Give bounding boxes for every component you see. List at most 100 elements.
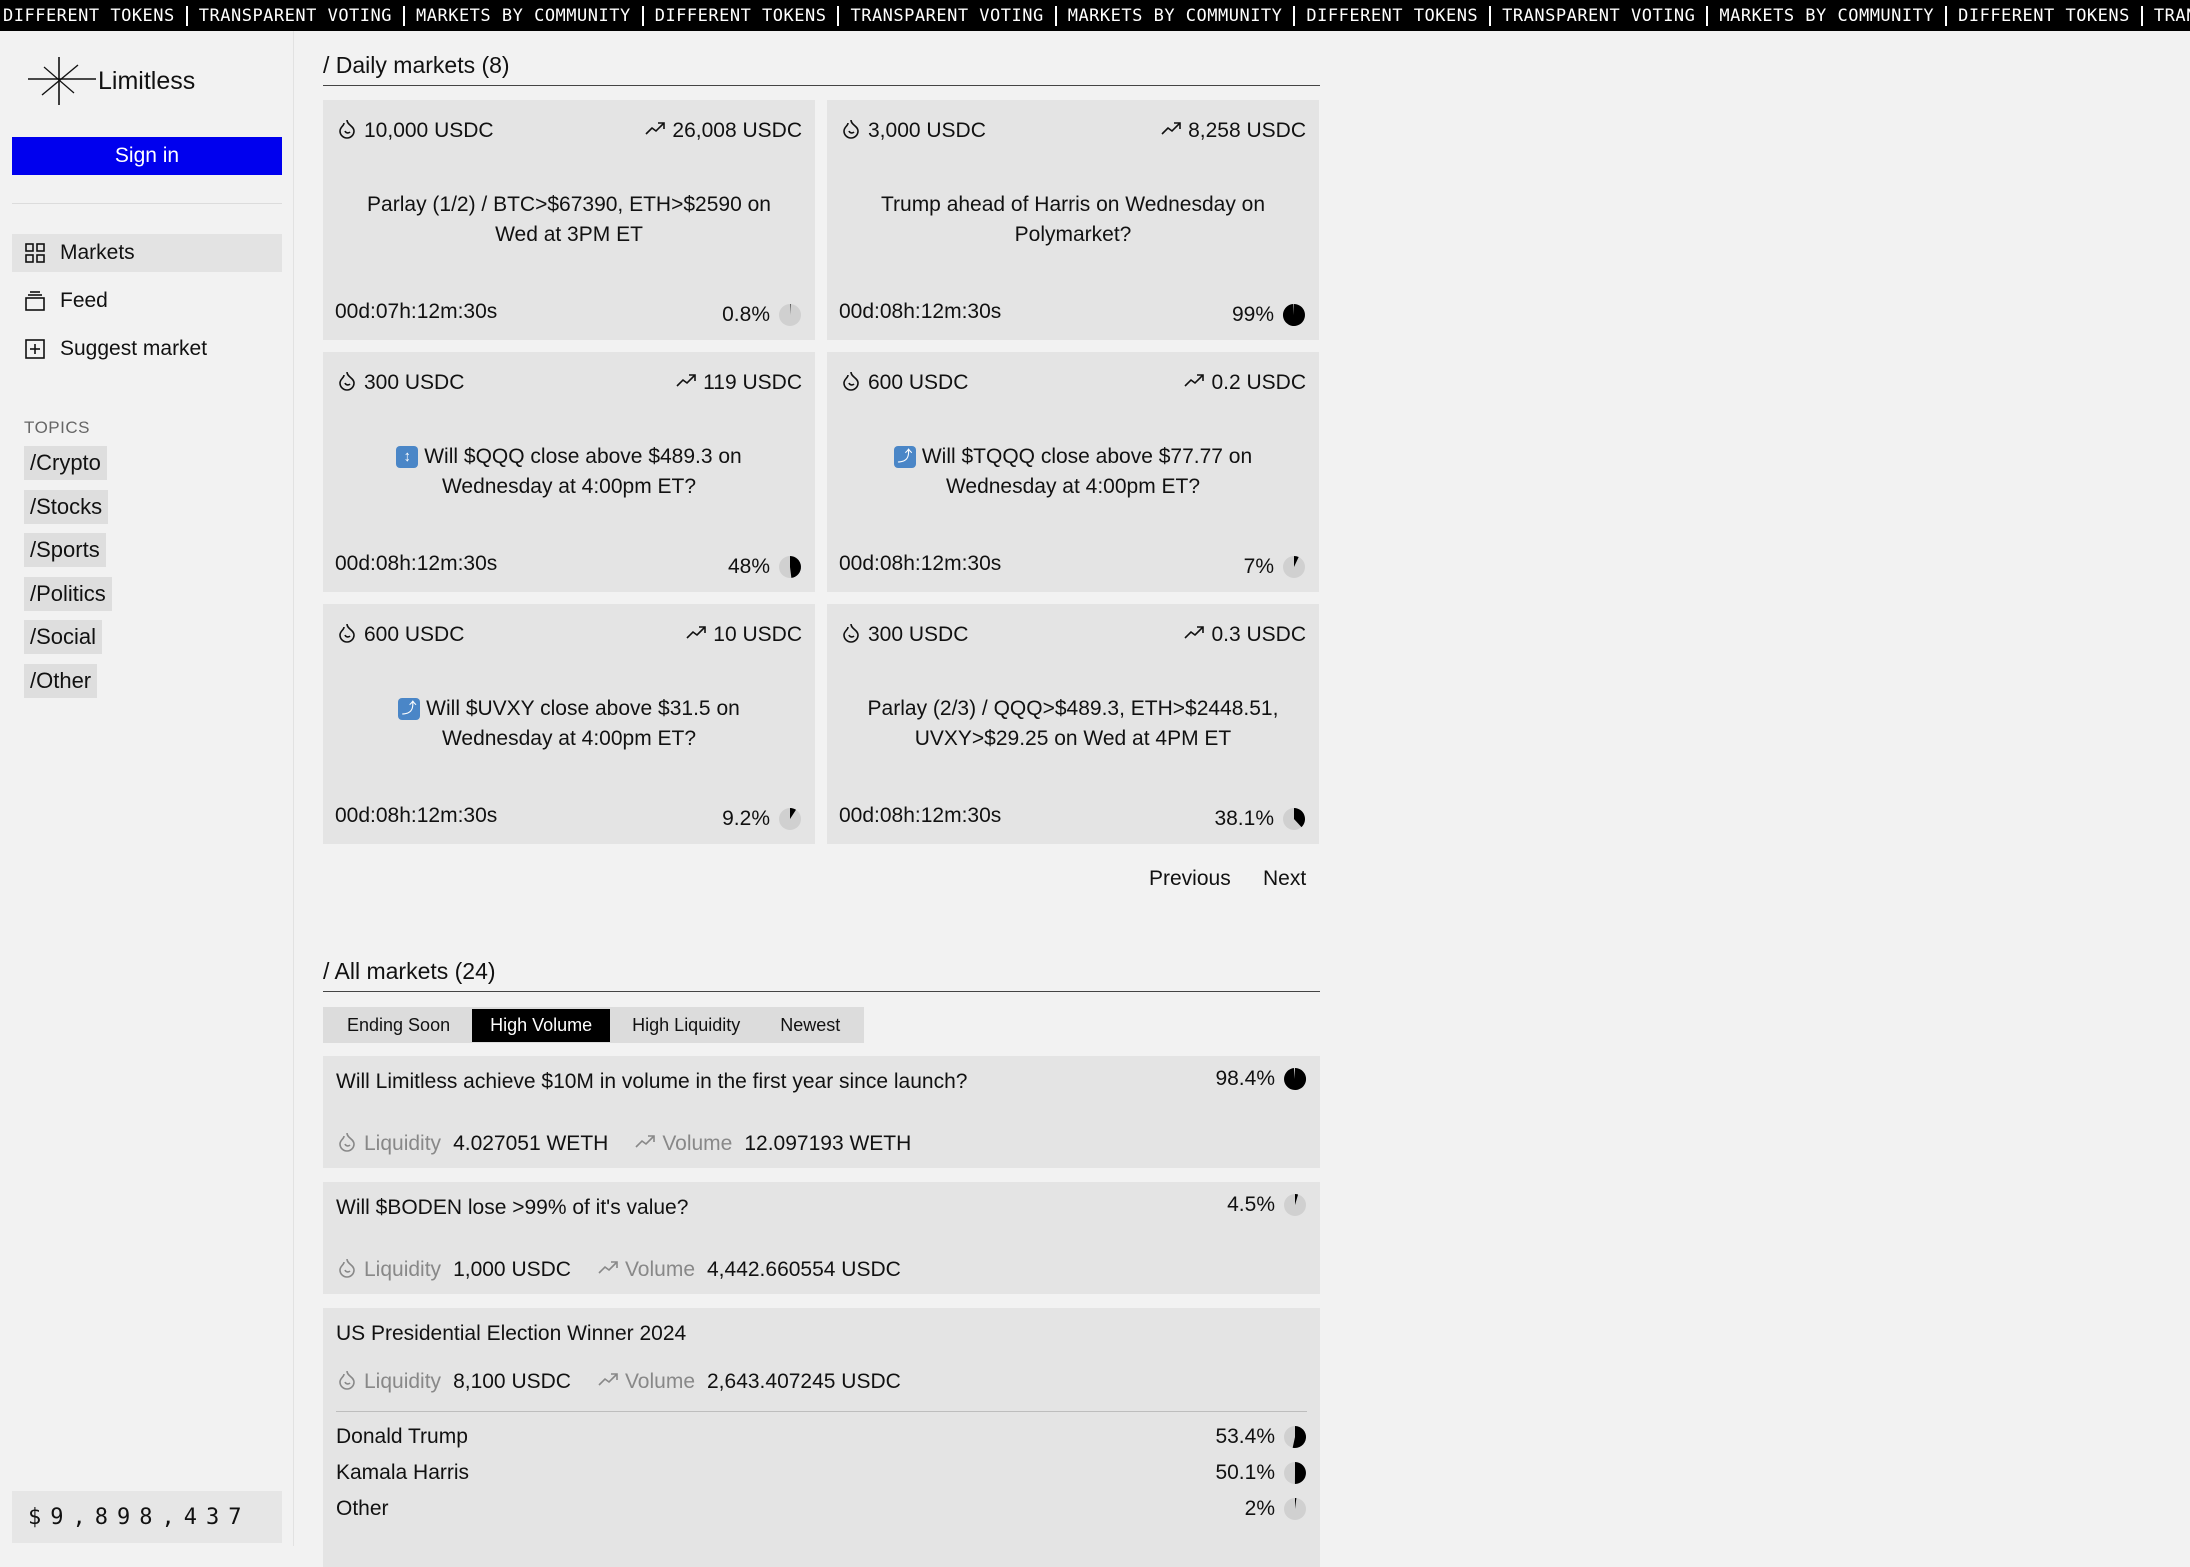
card-liquidity: 600 USDC [840, 369, 968, 397]
daily-market-card[interactable]: 600 USDC 0.2 USDC ⤴ Will $TQQQ close above … [827, 352, 1319, 592]
grid-icon [25, 243, 45, 263]
probability-pie-icon [779, 808, 801, 830]
probability-label: 4.5% [1227, 1193, 1275, 1216]
liquidity-icon [336, 1368, 364, 1396]
probability-label: 2% [1244, 1497, 1275, 1520]
market-stats: Liquidity 1,000 USDC Volume 4,442.660554… [336, 1256, 927, 1284]
sidebar-divider [12, 203, 282, 204]
option-name: Donald Trump [336, 1425, 468, 1448]
probability-label: 9.2% [722, 807, 770, 830]
ticker-item: TRANSPARENT VOTING [188, 5, 405, 26]
topic-stocks[interactable]: /Stocks [24, 490, 109, 524]
sign-in-button[interactable]: Sign in [12, 137, 282, 175]
daily-market-card[interactable]: 600 USDC 10 USDC ⤴ Will $UVXY close above $… [323, 604, 815, 844]
ticker-item: MARKETS BY COMMUNITY [1057, 5, 1296, 26]
probability-pie-icon [1284, 1462, 1306, 1484]
option-name: Other [336, 1497, 389, 1520]
sidebar-item-feed[interactable]: Feed [12, 282, 282, 320]
logo[interactable]: Limitless [28, 55, 195, 107]
volume-value: 2,643.407245 USDC [707, 1370, 901, 1393]
liquidity-icon [840, 117, 868, 145]
market-probability: 4.5% [1227, 1193, 1307, 1217]
probability-pie-icon [1284, 1426, 1307, 1448]
market-row[interactable]: US Presidential Election Winner 2024 Liq… [323, 1308, 1320, 1567]
volume-label: Volume [624, 1370, 695, 1393]
card-volume: 0.2 USDC [1183, 369, 1306, 397]
daily-market-card[interactable]: 10,000 USDC 26,008 USDC Parlay (1/2) / BTC… [323, 100, 815, 340]
card-title: ⤴ Will $UVXY close above $31.5 on Wednesd… [353, 694, 785, 754]
ticker-item: DIFFERENT TOKENS [644, 5, 840, 26]
probability-label: 48% [727, 555, 770, 578]
liquidity-icon [840, 369, 868, 397]
market-probability: 98.4% [1215, 1067, 1307, 1091]
filter-high-volume[interactable]: High Volume [472, 1008, 611, 1042]
market-row[interactable]: Will Limitless achieve $10M in volume in… [323, 1056, 1320, 1168]
total-volume-counter: $9,898,437 [12, 1491, 282, 1543]
market-question: Will Limitless achieve $10M in volume in… [336, 1070, 968, 1093]
trending-up-icon [675, 369, 703, 397]
topic-crypto[interactable]: /Crypto [24, 446, 107, 480]
card-title: ↕ Will $QQQ close above $489.3 on Wednesd… [353, 442, 785, 502]
volume-value: 119 USDC [703, 371, 802, 394]
topic-social[interactable]: /Social [24, 620, 103, 654]
topic-sports[interactable]: /Sports [24, 533, 106, 567]
all-markets-heading: / All markets (24) [323, 955, 1320, 992]
liquidity-value: 10,000 USDC [364, 119, 494, 142]
filter-high-liquidity[interactable]: High Liquidity [614, 1009, 758, 1042]
previous-button[interactable]: Previous [1149, 867, 1231, 891]
card-liquidity: 300 USDC [840, 621, 968, 649]
ticker-item: MARKETS BY COMMUNITY [1708, 5, 1948, 26]
ticker-emoji-icon: ↕ [396, 446, 419, 468]
sort-filter-bar: Ending Soon High Volume High Liquidity N… [323, 1007, 865, 1043]
sidebar-item-markets[interactable]: Markets [12, 234, 282, 272]
trending-up-icon [1160, 117, 1188, 145]
option-row-donald-trump[interactable]: Donald Trump 53.4% [336, 1420, 1307, 1454]
liquidity-value: 300 USDC [364, 371, 465, 394]
daily-market-card[interactable]: 3,000 USDC 8,258 USDC Trump ahead of Harri… [827, 100, 1319, 340]
volume-value: 0.3 USDC [1211, 623, 1306, 646]
probability-pie-icon [779, 303, 801, 326]
sidebar-item-label: Feed [60, 289, 108, 312]
probability-pie-icon [1283, 808, 1306, 830]
topic-politics[interactable]: /Politics [24, 577, 112, 611]
option-probability: 2% [1245, 1497, 1307, 1521]
probability-label: 99% [1231, 303, 1274, 326]
liquidity-value: 8,100 USDC [453, 1370, 571, 1393]
card-title: Parlay (1/2) / BTC>$67390, ETH>$2590 on … [353, 190, 785, 250]
probability-pie-icon [1282, 304, 1305, 326]
countdown-timer: 00d:07h:12m:30s [335, 300, 498, 323]
card-volume: 10 USDC [685, 621, 802, 649]
next-button[interactable]: Next [1263, 867, 1306, 891]
liquidity-icon [336, 1130, 364, 1158]
liquidity-icon [336, 621, 364, 649]
volume-label: Volume [662, 1132, 733, 1155]
trending-up-icon [1183, 621, 1211, 649]
probability-pie-icon [779, 556, 801, 578]
daily-market-card[interactable]: 300 USDC 0.3 USDC Parlay (2/3) / QQQ>$489.… [827, 604, 1319, 844]
probability-pie-icon [1284, 1498, 1306, 1520]
liquidity-label: Liquidity [364, 1132, 442, 1155]
option-row-kamala-harris[interactable]: Kamala Harris 50.1% [336, 1456, 1307, 1490]
ticker-item: TRANSPARENT VOTING [1491, 5, 1709, 26]
topic-other[interactable]: /Other [24, 664, 98, 698]
ticker-item: TRANSPARENT VOTING [839, 5, 1057, 26]
top-ticker: DIFFERENT TOKENS TRANSPARENT VOTING MARKET… [0, 0, 2190, 31]
daily-market-card[interactable]: 300 USDC 119 USDC ↕ Will $QQQ close above $… [323, 352, 815, 592]
card-question: Will $UVXY close above $31.5 on Wednesda… [426, 697, 740, 750]
market-row[interactable]: Will $BODEN lose >99% of it's value? 4.5… [323, 1182, 1320, 1294]
card-probability: 38.1% [1214, 807, 1306, 831]
liquidity-icon [336, 1256, 364, 1284]
card-title: ⤴ Will $TQQQ close above $77.77 on Wednes… [857, 442, 1289, 502]
card-volume: 119 USDC [675, 369, 802, 397]
card-question: Parlay (1/2) / BTC>$67390, ETH>$2590 on … [367, 193, 771, 246]
trending-up-icon [644, 117, 672, 145]
option-row-other[interactable]: Other 2% [336, 1492, 1307, 1526]
probability-pie-icon [1284, 1067, 1307, 1090]
card-question: Trump ahead of Harris on Wednesday on Po… [880, 193, 1266, 246]
ticker-emoji-icon: ⤴ [398, 698, 421, 720]
volume-value: 4,442.660554 USDC [707, 1258, 901, 1281]
liquidity-value: 4.027051 WETH [453, 1132, 609, 1155]
sidebar-item-suggest-market[interactable]: Suggest market [12, 330, 282, 368]
filter-ending-soon[interactable]: Ending Soon [329, 1009, 468, 1042]
filter-newest[interactable]: Newest [762, 1009, 858, 1042]
